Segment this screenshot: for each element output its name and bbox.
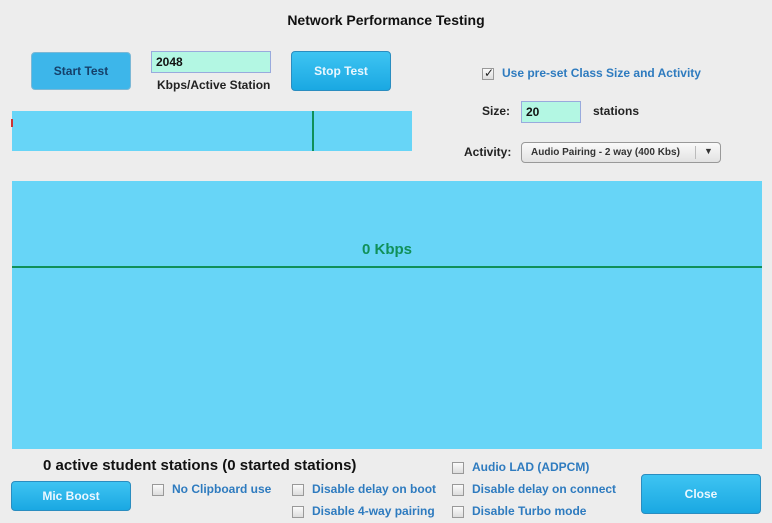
activity-value: Audio Pairing - 2 way (400 Kbs)	[531, 147, 680, 158]
disable-4way-checkbox[interactable]	[292, 506, 304, 518]
start-test-button[interactable]: Start Test	[31, 52, 131, 90]
disable-turbo-label[interactable]: Disable Turbo mode	[472, 504, 586, 518]
activity-select[interactable]: Audio Pairing - 2 way (400 Kbs) ▼	[521, 142, 721, 163]
kbps-input[interactable]	[151, 51, 271, 73]
size-unit: stations	[593, 104, 640, 118]
checkmark-icon: ✓	[484, 66, 495, 80]
disable-delay-boot-checkbox[interactable]	[292, 484, 304, 496]
activity-label: Activity:	[464, 145, 512, 159]
close-button[interactable]: Close	[641, 474, 761, 514]
preset-checkbox[interactable]: ✓	[482, 66, 495, 80]
disable-turbo-checkbox[interactable]	[452, 506, 464, 518]
throughput-graph: 0 Kbps	[12, 181, 762, 449]
disable-delay-connect-checkbox[interactable]	[452, 484, 464, 496]
start-marker	[11, 119, 13, 127]
throughput-label: 0 Kbps	[361, 241, 412, 258]
preset-label[interactable]: Use pre-set Class Size and Activity	[502, 66, 701, 80]
kbps-label: Kbps/Active Station	[157, 78, 271, 92]
size-label: Size:	[482, 104, 511, 118]
throughput-line	[12, 266, 762, 268]
size-input[interactable]	[521, 101, 581, 123]
disable-delay-boot-label[interactable]: Disable delay on boot	[312, 482, 436, 496]
stop-test-button[interactable]: Stop Test	[291, 51, 391, 91]
audio-lad-checkbox[interactable]	[452, 462, 464, 474]
no-clipboard-checkbox[interactable]	[152, 484, 164, 496]
progress-marker	[312, 111, 314, 151]
no-clipboard-label[interactable]: No Clipboard use	[172, 482, 271, 496]
chevron-down-icon: ▼	[704, 146, 713, 156]
progress-bar	[11, 111, 412, 151]
window-title: Network Performance Testing	[287, 12, 485, 28]
status-text: 0 active student stations (0 started sta…	[43, 457, 357, 474]
disable-4way-label[interactable]: Disable 4-way pairing	[312, 504, 435, 518]
select-divider	[695, 146, 696, 159]
audio-lad-label[interactable]: Audio LAD (ADPCM)	[472, 460, 589, 474]
disable-delay-connect-label[interactable]: Disable delay on connect	[472, 482, 616, 496]
mic-boost-button[interactable]: Mic Boost	[11, 481, 131, 511]
